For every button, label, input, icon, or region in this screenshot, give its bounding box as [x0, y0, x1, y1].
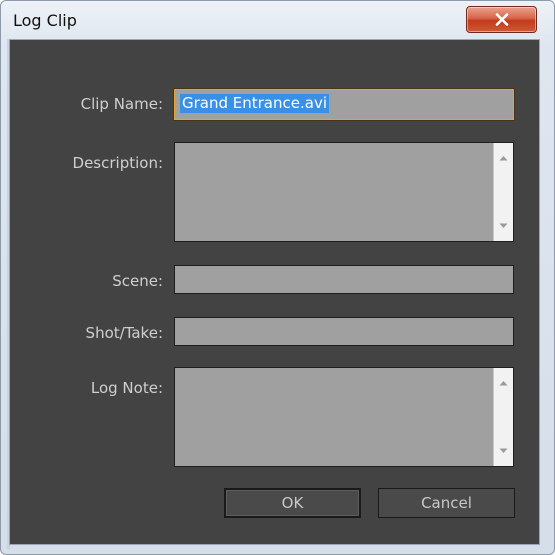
clip-name-label: Clip Name:	[80, 95, 163, 113]
shot-take-input[interactable]	[174, 317, 514, 346]
clip-name-input[interactable]: Grand Entrance.avi	[174, 89, 514, 120]
scroll-up-arrow-icon[interactable]	[494, 149, 513, 167]
log-clip-window: Log Clip Clip Name: Grand Entrance.avi D…	[0, 0, 555, 555]
window-title: Log Clip	[13, 11, 77, 30]
shot-take-label: Shot/Take:	[85, 324, 163, 342]
title-bar[interactable]: Log Clip	[1, 1, 554, 39]
scroll-down-arrow-icon[interactable]	[494, 217, 513, 235]
log-note-label: Log Note:	[90, 379, 163, 397]
log-note-textarea[interactable]	[174, 367, 514, 467]
scene-input[interactable]	[174, 265, 514, 294]
description-scrollbar[interactable]	[493, 143, 513, 241]
log-note-scrollbar[interactable]	[493, 368, 513, 466]
description-label: Description:	[72, 154, 163, 172]
scroll-down-arrow-icon[interactable]	[494, 442, 513, 460]
clip-name-value: Grand Entrance.avi	[180, 94, 329, 113]
close-button[interactable]	[466, 6, 537, 33]
scene-label: Scene:	[112, 272, 163, 290]
scroll-up-arrow-icon[interactable]	[494, 374, 513, 392]
close-icon	[495, 13, 509, 26]
cancel-button[interactable]: Cancel	[378, 488, 515, 518]
dialog-body: Clip Name: Grand Entrance.avi Descriptio…	[9, 39, 540, 545]
ok-button[interactable]: OK	[224, 488, 361, 518]
description-textarea[interactable]	[174, 142, 514, 242]
